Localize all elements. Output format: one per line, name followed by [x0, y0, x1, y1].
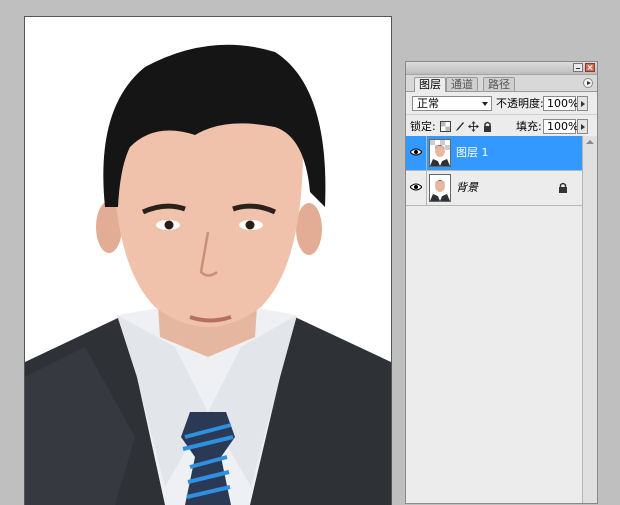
layers-panel: 图层 通道 路径 正常 不透明度: 100% 锁定: 填充: 100% 图层 1…	[405, 61, 598, 504]
lock-icon	[559, 182, 567, 193]
eye-icon	[410, 148, 422, 156]
fill-slider-button[interactable]	[577, 119, 588, 134]
tab-paths[interactable]: 路径	[483, 77, 515, 91]
minimize-icon[interactable]	[573, 63, 583, 72]
layer-name: 背景	[456, 181, 478, 194]
layer-thumbnail	[429, 174, 451, 202]
lock-transparency-icon[interactable]	[440, 121, 451, 132]
panel-titlebar[interactable]	[406, 62, 597, 75]
blend-opacity-row: 正常 不透明度: 100%	[406, 92, 597, 115]
opacity-input[interactable]: 100%	[543, 96, 578, 111]
lock-all-icon[interactable]	[482, 121, 493, 132]
panel-tabs: 图层 通道 路径	[406, 75, 597, 92]
layer-row-background[interactable]: 背景	[406, 171, 583, 206]
fill-input[interactable]: 100%	[543, 119, 578, 134]
lock-label: 锁定:	[410, 120, 436, 133]
layer-name: 图层 1	[456, 146, 489, 159]
layers-list: 图层 1 背景	[406, 136, 583, 503]
close-icon[interactable]	[585, 63, 595, 72]
panel-menu-icon[interactable]	[583, 78, 593, 88]
opacity-label: 不透明度:	[496, 97, 544, 110]
tab-layers[interactable]: 图层	[414, 77, 446, 92]
blend-mode-select[interactable]: 正常	[412, 96, 492, 111]
lock-move-icon[interactable]	[468, 121, 479, 132]
blend-mode-value: 正常	[417, 97, 439, 110]
visibility-toggle[interactable]	[406, 136, 427, 170]
chevron-down-icon	[482, 102, 488, 106]
tab-channels[interactable]: 通道	[446, 77, 478, 91]
eye-icon	[410, 183, 422, 191]
visibility-toggle[interactable]	[406, 171, 427, 205]
layers-scrollbar[interactable]	[582, 136, 597, 503]
document-canvas[interactable]	[24, 16, 392, 505]
fill-label: 填充:	[516, 120, 542, 133]
portrait-photo	[25, 44, 391, 505]
layer-thumbnail	[429, 139, 451, 167]
scroll-up-icon[interactable]	[586, 140, 594, 144]
lock-fill-row: 锁定: 填充: 100%	[406, 115, 597, 138]
lock-brush-icon[interactable]	[454, 121, 465, 132]
opacity-slider-button[interactable]	[577, 96, 588, 111]
layer-row-1[interactable]: 图层 1	[406, 136, 583, 171]
